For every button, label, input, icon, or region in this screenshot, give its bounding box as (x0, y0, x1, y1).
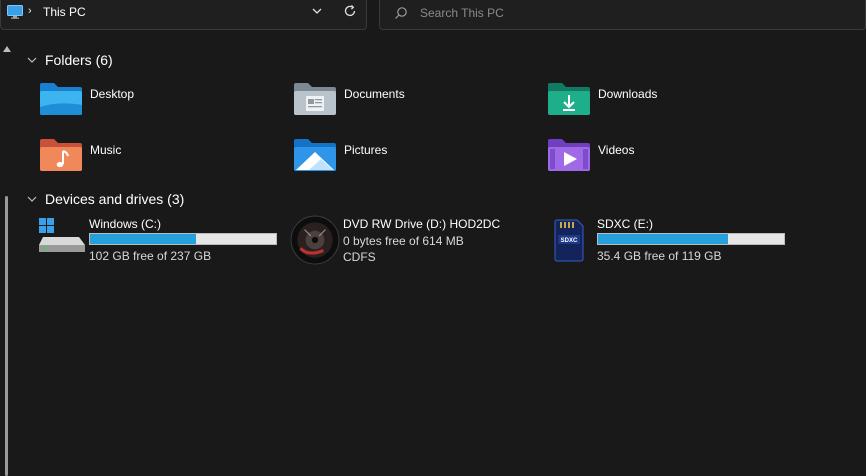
folder-label: Videos (598, 143, 635, 157)
chevron-down-icon[interactable] (310, 4, 324, 18)
folder-music[interactable]: Music (39, 137, 279, 181)
drive-free-space: 0 bytes free of 614 MB (343, 234, 464, 248)
this-pc-icon (7, 5, 23, 19)
scrollbar-thumb[interactable] (5, 196, 8, 476)
chevron-down-icon (27, 57, 37, 63)
documents-folder-icon (294, 83, 336, 115)
drive-usage-bar (89, 233, 277, 245)
drives-section-header[interactable]: Devices and drives (3) (26, 191, 184, 207)
pictures-folder-icon (294, 139, 336, 171)
folder-label: Pictures (344, 143, 388, 157)
search-placeholder: Search This PC (420, 6, 504, 20)
folder-label: Desktop (90, 87, 135, 101)
folder-videos[interactable]: Videos (547, 137, 787, 181)
sd-card-icon: SDXC (554, 219, 584, 262)
folder-documents[interactable]: Documents (293, 81, 533, 125)
downloads-folder-icon (548, 83, 590, 115)
section-title: Devices and drives (3) (45, 191, 185, 207)
scroll-up-arrow-icon[interactable] (2, 44, 12, 54)
folder-label: Documents (344, 87, 405, 101)
drive-free-space: 35.4 GB free of 119 GB (597, 249, 722, 263)
drive-usage-fill (598, 234, 729, 244)
section-title: Folders (6) (45, 52, 113, 68)
drive-usage-fill (90, 234, 197, 244)
drive-free-space: 102 GB free of 237 GB (89, 249, 212, 263)
drive-filesystem: CDFS (343, 250, 376, 264)
drive-sdxc-e[interactable]: SDXC SDXC (E:) 35.4 GB free of 119 GB (547, 217, 797, 277)
drive-name: Windows (C:) (89, 217, 162, 231)
drive-windows-c[interactable]: Windows (C:) 102 GB free of 237 GB (39, 217, 289, 277)
breadcrumb-separator[interactable]: › (28, 5, 32, 17)
folder-pictures[interactable]: Pictures (293, 137, 533, 181)
drive-name: SDXC (E:) (597, 217, 654, 231)
drive-usage-bar (597, 233, 785, 245)
folder-downloads[interactable]: Downloads (547, 81, 787, 125)
folder-label: Downloads (598, 87, 658, 101)
search-icon (395, 7, 407, 19)
search-input[interactable]: Search This PC (379, 0, 866, 30)
folders-section-header[interactable]: Folders (6) (26, 52, 113, 68)
windows-drive-icon (39, 218, 85, 252)
address-bar[interactable]: › This PC (0, 0, 367, 30)
videos-folder-icon (548, 139, 590, 171)
music-folder-icon (40, 139, 82, 171)
file-explorer-window: › This PC Search This PC Folders (6) Des… (0, 0, 866, 476)
desktop-folder-icon (40, 83, 82, 115)
dvd-disc-icon (290, 215, 340, 265)
svg-text:SDXC: SDXC (561, 238, 578, 244)
folder-desktop[interactable]: Desktop (39, 81, 279, 125)
chevron-down-icon (27, 196, 37, 202)
drive-dvd-d[interactable]: DVD RW Drive (D:) HOD2DC 0 bytes free of… (290, 215, 543, 277)
breadcrumb-this-pc[interactable]: This PC (43, 5, 86, 19)
refresh-icon[interactable] (342, 3, 358, 19)
folder-label: Music (90, 143, 122, 157)
drive-name: DVD RW Drive (D:) HOD2DC (343, 217, 501, 231)
